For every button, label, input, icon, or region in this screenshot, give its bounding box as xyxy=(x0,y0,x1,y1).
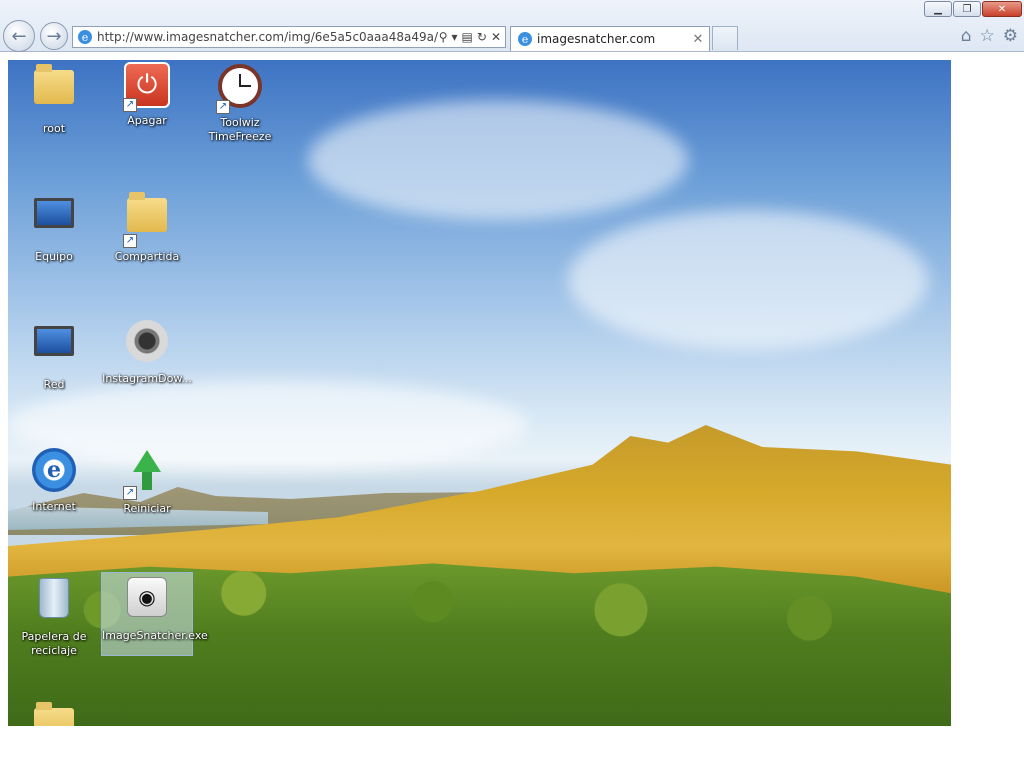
new-tab-button[interactable] xyxy=(712,26,738,50)
desktop-icon-equipo[interactable]: Equipo xyxy=(8,190,100,264)
address-tools: ⚲ ▾ ▤ ↻ ✕ xyxy=(439,30,505,44)
ie-tab-icon: e xyxy=(518,32,532,46)
computer-icon xyxy=(30,198,78,246)
tab-imagesnatcher[interactable]: e imagesnatcher.com ✕ xyxy=(510,26,710,51)
cloud xyxy=(568,210,928,350)
desktop-icon-compartida[interactable]: ↗ Compartida xyxy=(101,190,193,264)
desktop-icon-internet[interactable]: e Internet xyxy=(8,446,100,514)
folder-icon: ↗ xyxy=(123,192,171,248)
cloud xyxy=(308,100,688,220)
star-icon[interactable]: ☆ xyxy=(980,26,995,46)
icon-label: ImageSnatcher.exe xyxy=(102,629,208,642)
desktop-icon-reiniciar[interactable]: ↗ Reiniciar xyxy=(101,446,193,516)
window-controls: ▁ ❐ ✕ xyxy=(924,1,1022,17)
forward-arrow-icon: → xyxy=(46,25,62,47)
folder-icon xyxy=(30,64,78,118)
close-window-button[interactable]: ✕ xyxy=(982,1,1022,17)
home-icon[interactable]: ⌂ xyxy=(961,26,972,46)
svg-text:e: e xyxy=(82,31,89,44)
power-icon: ⏻ ↗ xyxy=(123,62,171,112)
folder-icon xyxy=(30,702,78,726)
icon-label: Compartida xyxy=(114,250,180,263)
icon-label: Toolwiz TimeFreeze xyxy=(208,116,272,143)
refresh-icon[interactable]: ↻ xyxy=(477,30,487,44)
tab-close-icon[interactable]: ✕ xyxy=(691,32,705,47)
shortcut-arrow-icon: ↗ xyxy=(123,98,137,112)
icon-label: Equipo xyxy=(35,250,73,263)
compat-view-icon[interactable]: ▤ xyxy=(462,30,473,44)
recycle-bin-icon xyxy=(30,578,78,626)
eye-icon: ◉ xyxy=(123,577,171,625)
desktop-icon-instagramdownloader[interactable]: InstagramDow... xyxy=(101,318,193,386)
tab-title: imagesnatcher.com xyxy=(537,32,656,46)
address-bar[interactable]: e http://www.imagesnatcher.com/img/6e5a5… xyxy=(72,26,506,48)
camera-icon xyxy=(123,320,171,368)
desktop-icon-red[interactable]: Red xyxy=(8,318,100,392)
icon-label: Red xyxy=(43,378,65,391)
dropdown-icon[interactable]: ▾ xyxy=(452,30,458,44)
back-arrow-icon: ← xyxy=(11,25,27,47)
restore-button[interactable]: ❐ xyxy=(953,1,981,17)
icon-label: Apagar xyxy=(127,114,167,127)
browser-chrome: ▁ ❐ ✕ ← → e http://www.imagesnatcher.com… xyxy=(0,0,1024,52)
page-viewport: root Equipo Red e Internet Papelera de r… xyxy=(0,52,1024,768)
desktop-icon-toolwiz-timefreeze[interactable]: ↗ Toolwiz TimeFreeze xyxy=(194,62,286,144)
icon-label: Papelera de reciclaje xyxy=(21,630,87,657)
svg-text:e: e xyxy=(522,33,529,46)
search-icon[interactable]: ⚲ xyxy=(439,30,448,44)
desktop-icon-imagesnatcher[interactable]: ◉ ImageSnatcher.exe xyxy=(101,572,208,656)
shortcut-arrow-icon: ↗ xyxy=(216,100,230,114)
back-button[interactable]: ← xyxy=(3,20,35,52)
browser-tools: ⌂ ☆ ⚙ xyxy=(961,26,1018,46)
network-icon xyxy=(30,326,78,374)
desktop-icon-apagar[interactable]: ⏻ ↗ Apagar xyxy=(101,62,193,128)
ie-favicon-icon: e xyxy=(78,30,92,44)
clock-icon: ↗ xyxy=(216,64,264,114)
icon-label: Internet xyxy=(32,500,76,513)
address-url[interactable]: http://www.imagesnatcher.com/img/6e5a5c0… xyxy=(97,30,439,44)
desktop-icon-root[interactable]: root xyxy=(8,62,100,136)
minimize-button[interactable]: ▁ xyxy=(924,1,952,17)
desktop-icon-folder-partial[interactable] xyxy=(8,700,100,726)
shortcut-arrow-icon: ↗ xyxy=(123,486,137,500)
restart-arrow-icon: ↗ xyxy=(123,450,171,500)
stop-icon[interactable]: ✕ xyxy=(491,30,501,44)
icon-label: root xyxy=(42,122,66,135)
ie-icon: e xyxy=(30,448,78,496)
forward-button[interactable]: → xyxy=(40,22,68,50)
icon-label: InstagramDow... xyxy=(102,372,192,385)
desktop-icon-recycle-bin[interactable]: Papelera de reciclaje xyxy=(8,574,100,658)
desktop-screenshot-image: root Equipo Red e Internet Papelera de r… xyxy=(8,60,951,726)
icon-label: Reiniciar xyxy=(123,502,171,515)
gear-icon[interactable]: ⚙ xyxy=(1003,26,1018,46)
shortcut-arrow-icon: ↗ xyxy=(123,234,137,248)
